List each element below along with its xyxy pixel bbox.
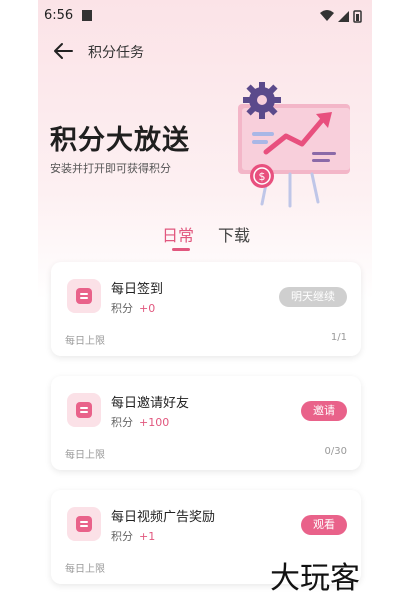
task-doc-icon — [67, 507, 101, 541]
task-card-daily-checkin: 每日签到 积分 +0 明天继续 每日上限 1/1 — [51, 262, 361, 356]
page-title: 积分任务 — [88, 45, 144, 61]
daily-limit-label: 每日上限 — [65, 450, 105, 461]
task-name: 每日签到 — [111, 282, 164, 297]
status-time: 6:56 — [44, 8, 74, 23]
task-doc-icon — [67, 279, 101, 313]
points-label: 积分 — [111, 530, 133, 543]
task-points: 积分 +100 — [111, 414, 169, 430]
banner-subtitle: 安装并打开即可获得积分 — [50, 162, 171, 175]
task-card-invite-friends: 每日邀请好友 积分 +100 邀请 每日上限 0/30 — [51, 376, 361, 470]
daily-limit-value: 0/30 — [324, 446, 347, 457]
notification-icon — [82, 10, 92, 21]
points-value: +100 — [139, 416, 170, 429]
growth-chart-illustration: $ — [238, 82, 350, 208]
watch-button[interactable]: 观看 — [301, 515, 347, 535]
wifi-icon — [320, 10, 334, 21]
watermark-logo: 大玩客 — [270, 561, 360, 596]
task-points: 积分 +0 — [111, 300, 155, 316]
points-value: +1 — [139, 530, 156, 543]
daily-limit-label: 每日上限 — [65, 336, 105, 347]
task-name: 每日视频广告奖励 — [111, 510, 216, 525]
header: 积分任务 — [38, 32, 372, 70]
points-value: +0 — [139, 302, 156, 315]
tab-download[interactable]: 下载 — [218, 222, 250, 246]
task-tabs: 日常 下载 — [38, 220, 372, 254]
points-label: 积分 — [111, 302, 133, 315]
daily-limit-value: 1/1 — [330, 332, 347, 343]
status-icons — [320, 10, 362, 23]
invite-button[interactable]: 邀请 — [301, 401, 347, 421]
svg-text:$: $ — [259, 170, 266, 183]
task-points: 积分 +1 — [111, 528, 155, 544]
banner-title: 积分大放送 — [50, 125, 190, 156]
signal-icon — [338, 11, 349, 22]
dollar-coin-icon: $ — [250, 164, 274, 188]
phone-screen: 6:56 积分任务 积分大放送 安装并打开即可获得积分 $ 日常 下载 每日签到… — [38, 0, 372, 600]
gear-icon — [243, 82, 281, 119]
daily-limit-label: 每日上限 — [65, 564, 105, 575]
task-doc-icon — [67, 393, 101, 427]
points-label: 积分 — [111, 416, 133, 429]
continue-tomorrow-button[interactable]: 明天继续 — [279, 287, 347, 307]
task-name: 每日邀请好友 — [111, 396, 190, 411]
status-bar: 6:56 — [38, 0, 372, 32]
back-arrow-icon[interactable] — [52, 41, 74, 61]
tab-daily[interactable]: 日常 — [162, 222, 194, 246]
tab-indicator — [172, 248, 190, 251]
